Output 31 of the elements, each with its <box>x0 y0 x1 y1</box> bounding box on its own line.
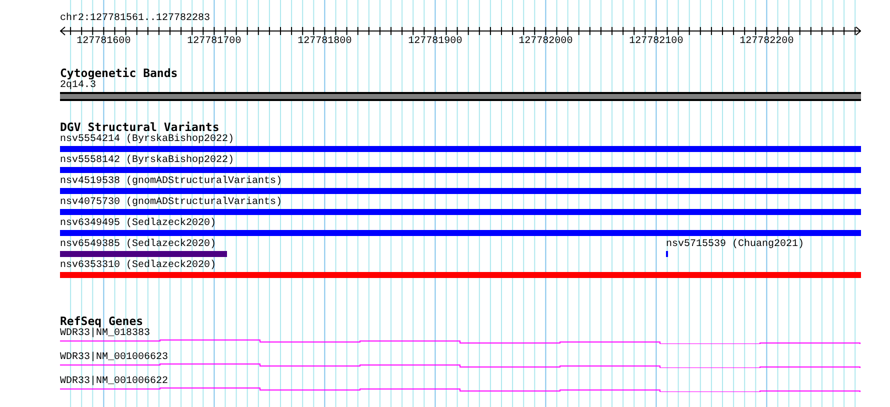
variant-bar[interactable] <box>60 167 861 173</box>
variant-label: nsv4075730 (gnomADStructuralVariants) <box>60 198 282 208</box>
variant-bar[interactable] <box>60 272 861 278</box>
gene-label: WDR33|NM_001006623 <box>60 353 168 363</box>
variant-label: nsv5558142 (ByrskaBishop2022) <box>60 156 234 166</box>
variant-label: nsv6353310 (Sedlazeck2020) <box>60 261 216 271</box>
band-label: 2q14.3 <box>60 81 96 91</box>
ruler-tick-label: 127782200 <box>740 37 794 47</box>
variant-bar[interactable] <box>60 146 861 152</box>
track-title: Cytogenetic Bands <box>60 67 179 80</box>
variant-bar[interactable] <box>60 251 227 257</box>
ruler-tick-label: 127782100 <box>629 37 684 47</box>
location-label: chr2:127781561..127782283 <box>60 14 210 24</box>
gene-label: WDR33|NM_001006622 <box>60 377 168 387</box>
variant-bar[interactable] <box>60 188 861 194</box>
variant-label: nsv4519538 (gnomADStructuralVariants) <box>60 177 282 187</box>
ruler-tick-label: 127781900 <box>408 37 462 47</box>
gene-label: WDR33|NM_018383 <box>60 329 150 339</box>
variant-label: nsv6349495 (Sedlazeck2020) <box>60 219 216 229</box>
variant-bar[interactable] <box>60 209 861 215</box>
variant-label: nsv5554214 (ByrskaBishop2022) <box>60 135 234 145</box>
ruler-tick-label: 127782000 <box>518 37 573 47</box>
variant-label: nsv5715539 (Chuang2021) <box>666 240 804 250</box>
track-title: RefSeq Genes <box>60 315 144 328</box>
ruler-tick-label: 127781600 <box>76 37 131 47</box>
ruler-tick-label: 127781800 <box>298 37 352 47</box>
ruler-tick-label: 127781700 <box>187 37 242 47</box>
variant-bar[interactable] <box>60 230 861 236</box>
track-title: DGV Structural Variants <box>60 121 220 134</box>
variant-label: nsv6549385 (Sedlazeck2020) <box>60 240 216 250</box>
band-bar[interactable] <box>60 92 861 101</box>
